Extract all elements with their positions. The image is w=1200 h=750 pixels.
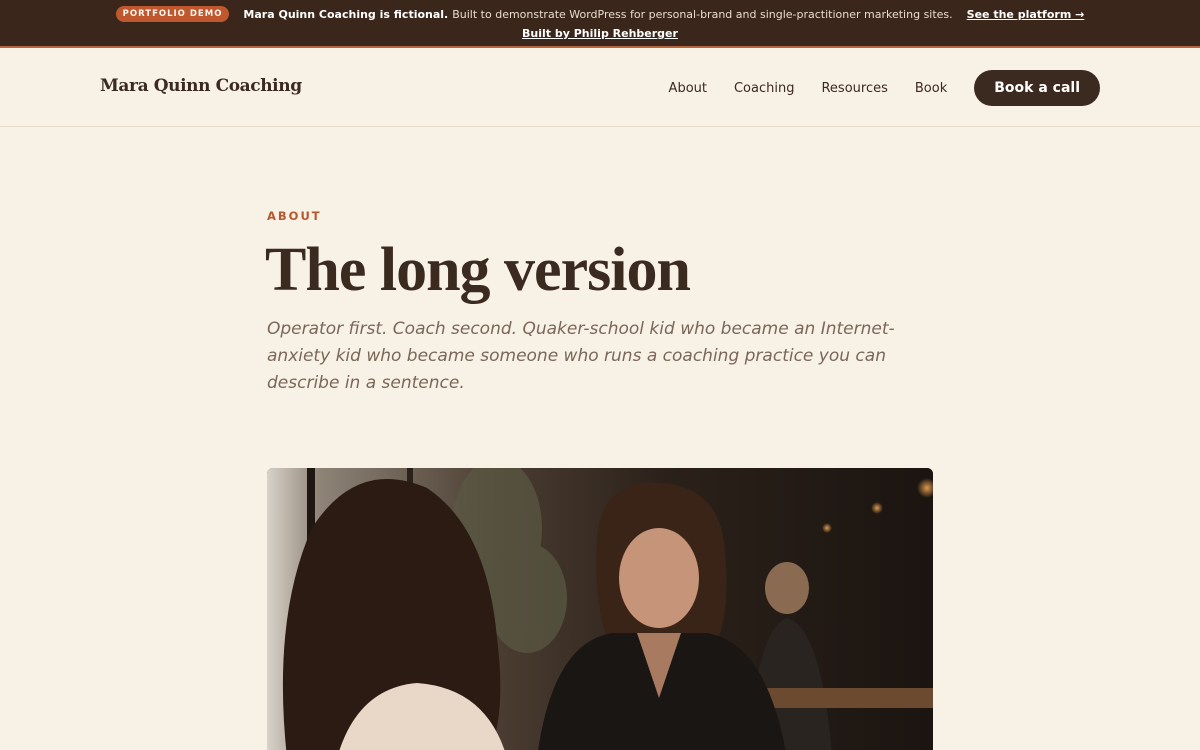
site-header: Mara Quinn Coaching About Coaching Resou… (0, 50, 1200, 127)
demo-banner-line: PORTFOLIO DEMO Mara Quinn Coaching is fi… (0, 6, 1200, 22)
nav-about[interactable]: About (669, 81, 707, 96)
nav-book[interactable]: Book (915, 81, 947, 96)
see-platform-link[interactable]: See the platform → (967, 8, 1085, 21)
banner-disclaimer-strong: Mara Quinn Coaching is fictional. (243, 7, 449, 21)
section-eyebrow: ABOUT (267, 209, 322, 223)
page-title: The long version (265, 236, 691, 304)
nav-resources[interactable]: Resources (821, 81, 887, 96)
nav-coaching[interactable]: Coaching (734, 81, 795, 96)
page-lead: Operator first. Coach second. Quaker-sch… (267, 319, 895, 393)
main-nav: About Coaching Resources Book Book a cal… (669, 70, 1100, 106)
portfolio-demo-badge: PORTFOLIO DEMO (115, 6, 230, 22)
book-call-button[interactable]: Book a call (974, 70, 1100, 106)
demo-banner-credit-line: Built by Philip Rehberger (0, 27, 1200, 40)
coaching-session-photo (267, 468, 933, 750)
banner-disclaimer-text: Built to demonstrate WordPress for perso… (452, 7, 953, 21)
author-credit-link[interactable]: Built by Philip Rehberger (522, 27, 678, 40)
site-brand[interactable]: Mara Quinn Coaching (100, 76, 302, 96)
demo-banner: PORTFOLIO DEMO Mara Quinn Coaching is fi… (0, 0, 1200, 48)
